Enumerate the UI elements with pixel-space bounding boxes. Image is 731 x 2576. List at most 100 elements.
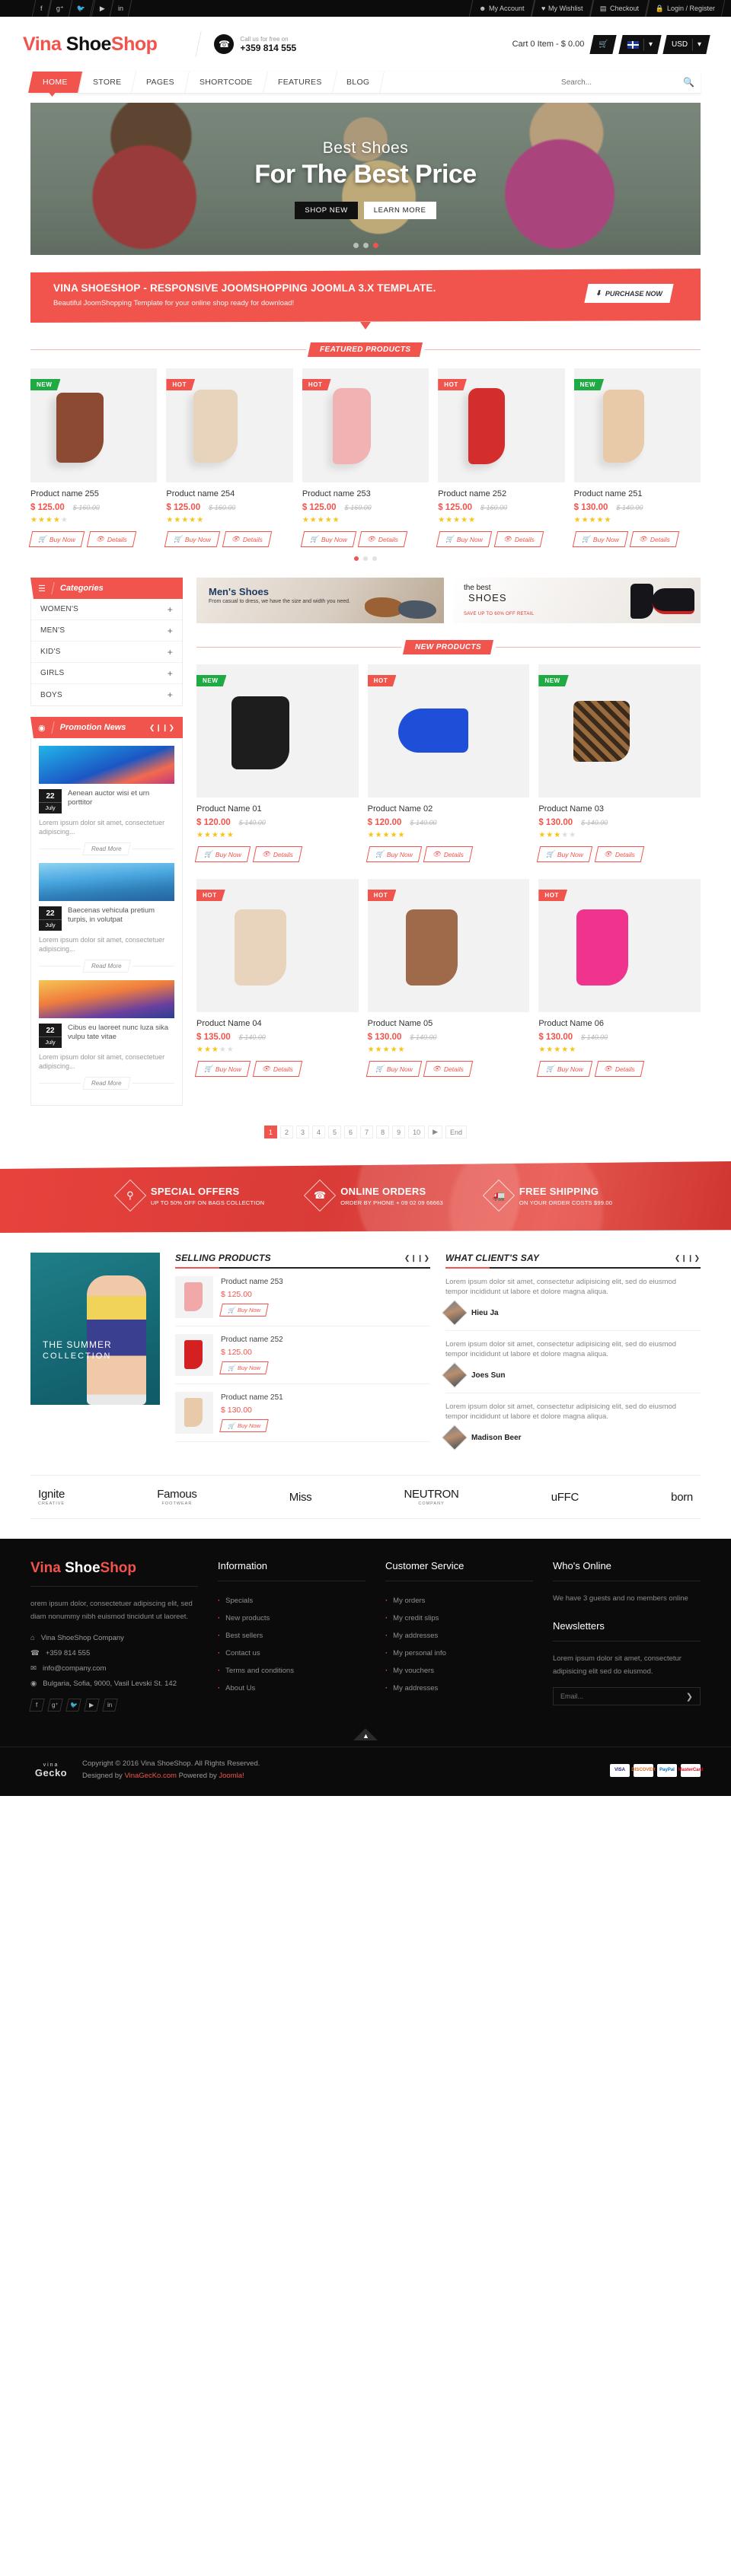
page-5[interactable]: 5 [328, 1126, 342, 1138]
buy-now-button[interactable]: 🛒 Buy Now [219, 1419, 270, 1432]
product-name[interactable]: Product name 254 [166, 489, 292, 498]
search-input[interactable] [561, 78, 653, 87]
product-card[interactable]: NEW Product name 255 $ 125.00 $ 160.00 ★★… [28, 368, 158, 547]
learn-more-button[interactable]: LEARN MORE [363, 201, 436, 219]
category-womens[interactable]: WOMEN'S + [31, 599, 182, 620]
joomla-link[interactable]: Joomla! [219, 1772, 244, 1780]
details-button[interactable]: 👁 Details [630, 531, 680, 547]
buy-now-button[interactable]: 🛒 Buy Now [537, 1061, 593, 1077]
news-item[interactable]: 22 July Baecenas vehicula pretium turpis,… [39, 863, 175, 980]
twitter-icon[interactable]: 🐦 [68, 0, 94, 17]
product-image[interactable]: NEW [573, 368, 701, 482]
search-icon[interactable]: 🔍 [683, 77, 694, 88]
youtube-icon[interactable]: ▶ [84, 1699, 100, 1711]
product-name[interactable]: Product name 255 [30, 489, 157, 498]
product-card[interactable]: HOT Product Name 02 $ 120.00 $ 140.00 ★★★… [366, 664, 530, 862]
page-6[interactable]: 6 [344, 1126, 358, 1138]
language-selector[interactable]: ▾ [618, 34, 662, 54]
details-button[interactable]: 👁 Details [423, 1061, 474, 1077]
footer-link-new-products[interactable]: New products [218, 1610, 366, 1627]
plus-icon[interactable]: + [168, 604, 173, 615]
product-image[interactable]: HOT [538, 879, 701, 1012]
slider-dot-3[interactable] [372, 243, 378, 248]
cart-button[interactable]: 🛒 [589, 34, 618, 54]
product-name[interactable]: Product name 252 [221, 1336, 283, 1344]
currency-selector[interactable]: USD ▾ [662, 34, 710, 54]
slider-dot-1[interactable] [353, 243, 359, 248]
product-image[interactable]: HOT [367, 664, 530, 798]
product-name[interactable]: Product name 251 [574, 489, 701, 498]
page-8[interactable]: 8 [376, 1126, 390, 1138]
footer-link-my-orders[interactable]: My orders [385, 1592, 533, 1610]
promotion-news-controls[interactable]: ❮❙❙❯ [149, 724, 175, 732]
product-name[interactable]: Product name 253 [302, 489, 429, 498]
facebook-icon[interactable]: f [29, 1699, 45, 1711]
product-image[interactable]: HOT [302, 368, 429, 482]
buy-now-button[interactable]: 🛒 Buy Now [300, 531, 356, 547]
product-name[interactable]: Product Name 06 [538, 1019, 701, 1028]
footer-link-about-us[interactable]: About Us [218, 1680, 366, 1697]
details-button[interactable]: 👁 Details [493, 531, 544, 547]
carousel-dot-3[interactable] [372, 556, 377, 561]
product-image[interactable]: HOT [367, 879, 530, 1012]
plus-icon[interactable]: + [168, 647, 173, 658]
details-button[interactable]: 👁 Details [594, 1061, 644, 1077]
service-free-shipping[interactable]: 🚛 FREE SHIPPING ON YOUR ORDER COSTS $99.0… [482, 1179, 612, 1212]
product-name[interactable]: Product Name 02 [368, 804, 530, 814]
details-button[interactable]: 👁 Details [594, 846, 644, 862]
nav-item-blog[interactable]: BLOG [332, 72, 385, 93]
summer-collection-banner[interactable]: THE SUMMER COLLECTION [30, 1253, 160, 1405]
product-card[interactable]: NEW Product name 251 $ 130.00 $ 140.00 ★★… [572, 368, 701, 547]
nav-item-store[interactable]: STORE [78, 72, 137, 93]
product-image[interactable]: HOT [196, 879, 359, 1012]
page-9[interactable]: 9 [392, 1126, 406, 1138]
nav-item-shortcode[interactable]: SHORTCODE [185, 72, 268, 93]
plus-icon[interactable]: + [168, 668, 173, 679]
page-1[interactable]: 1 [263, 1126, 277, 1138]
buy-now-button[interactable]: 🛒 Buy Now [194, 846, 251, 862]
site-logo[interactable]: Vina ShoeShop [23, 33, 158, 56]
product-card[interactable]: HOT Product Name 06 $ 130.00 $ 140.00 ★★★… [537, 879, 701, 1077]
read-more-button[interactable]: Read More [82, 842, 131, 855]
service-online-orders[interactable]: ☎ ONLINE ORDERS ORDER BY PHONE + 09 02 09… [304, 1179, 443, 1212]
brand-famous-footwear[interactable]: Famous FOOTWEAR [157, 1488, 197, 1506]
product-card[interactable]: HOT Product name 254 $ 125.00 $ 160.00 ★★… [164, 368, 293, 547]
nav-item-pages[interactable]: PAGES [132, 72, 190, 93]
my-account-link[interactable]: ☻ My Account [468, 0, 535, 17]
footer-link-my-personal-info[interactable]: My personal info [385, 1645, 533, 1662]
details-button[interactable]: 👁 Details [358, 531, 408, 547]
carousel-dot-1[interactable] [354, 556, 359, 561]
plus-icon[interactable]: + [168, 689, 173, 700]
product-image[interactable]: NEW [538, 664, 701, 798]
buy-now-button[interactable]: 🛒 Buy Now [572, 531, 628, 547]
product-name[interactable]: Product name 252 [438, 489, 564, 498]
page-3[interactable]: 3 [295, 1126, 309, 1138]
shop-new-button[interactable]: SHOP NEW [295, 201, 358, 219]
product-name[interactable]: Product Name 01 [196, 804, 359, 814]
footer-logo[interactable]: Vina ShoeShop [30, 1560, 198, 1577]
submit-arrow-icon[interactable]: ❯ [686, 1692, 693, 1702]
login-register-link[interactable]: 🔒 Login / Register [645, 0, 726, 17]
category-boys[interactable]: BOYS + [31, 684, 182, 705]
vinagecko-link[interactable]: VinaGecKo.com [124, 1772, 176, 1780]
footer-link-my-addresses[interactable]: My addresses [385, 1627, 533, 1645]
googleplus-icon[interactable]: g⁺ [47, 1699, 63, 1711]
product-name[interactable]: Product name 253 [221, 1278, 283, 1286]
nav-item-features[interactable]: FEATURES [263, 72, 337, 93]
category-mens[interactable]: MEN'S + [31, 620, 182, 642]
checkout-link[interactable]: ▤ Checkout [589, 0, 650, 17]
buy-now-button[interactable]: 🛒 Buy Now [366, 846, 422, 862]
product-image[interactable]: NEW [196, 664, 359, 798]
category-kids[interactable]: KID'S + [31, 642, 182, 663]
details-button[interactable]: 👁 Details [86, 531, 136, 547]
brand-ignite[interactable]: Ignite CREATIVE [38, 1488, 65, 1506]
banner-best-shoes[interactable]: the best SHOES SAVE UP TO 60% OFF RETAIL [453, 578, 701, 623]
newsletter-email-input[interactable] [560, 1692, 686, 1700]
footer-link-terms[interactable]: Terms and conditions [218, 1662, 366, 1680]
product-image[interactable]: NEW [30, 368, 158, 482]
product-card[interactable]: HOT Product name 252 $ 125.00 $ 160.00 ★★… [436, 368, 565, 547]
page-next[interactable]: ▶ [428, 1126, 443, 1138]
product-name[interactable]: Product Name 04 [196, 1019, 359, 1028]
details-button[interactable]: 👁 Details [222, 531, 273, 547]
details-button[interactable]: 👁 Details [252, 846, 302, 862]
